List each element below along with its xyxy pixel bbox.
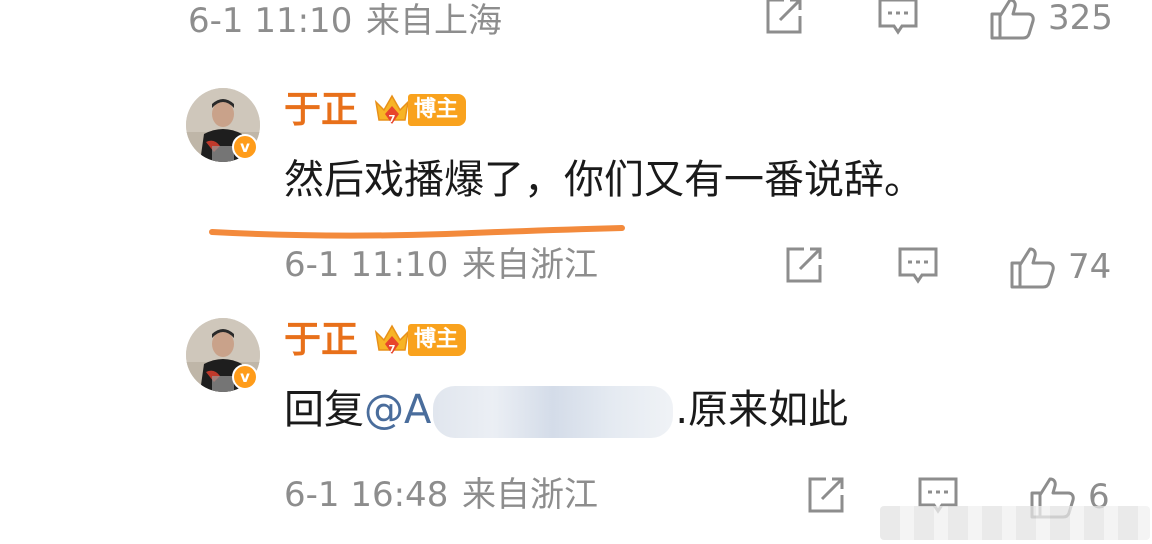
location: 来自上海: [366, 1, 502, 41]
top-comment-meta-row: 6-1 11:10 来自上海 325: [0, 0, 1152, 46]
like-button[interactable]: 325: [988, 0, 1113, 40]
crown-icon: 7: [374, 94, 410, 125]
location: 来自浙江: [462, 475, 598, 515]
like-button[interactable]: 74: [1008, 245, 1111, 289]
like-count: 74: [1068, 247, 1112, 287]
timestamp: 6-1 11:10: [284, 245, 449, 285]
comment-button[interactable]: [896, 245, 940, 285]
share-button[interactable]: [804, 475, 848, 515]
timestamp: 6-1 16:48: [284, 475, 449, 515]
highlight-underline: [209, 225, 625, 239]
comment-meta-row: 6-1 11:10 来自浙江 74: [0, 240, 1152, 290]
share-icon: [766, 0, 802, 34]
role-badge: 博主: [408, 94, 467, 126]
blurred-username: [433, 386, 674, 438]
share-button[interactable]: [762, 0, 806, 36]
share-icon: [808, 477, 844, 513]
thumbs-up-icon: [990, 0, 1035, 40]
comment-icon: [878, 0, 918, 35]
comment-text: 然后戏播爆了，你们又有一番说辞。: [284, 157, 924, 203]
location: 来自浙江: [462, 245, 598, 285]
author-name[interactable]: 于正: [284, 318, 358, 362]
reply-prefix: 回复: [284, 387, 364, 433]
share-icon: [786, 247, 822, 283]
reply-content: .原来如此: [675, 387, 849, 433]
svg-text:7: 7: [389, 114, 396, 125]
author-name[interactable]: 于正: [284, 88, 358, 132]
watermark: [880, 506, 1150, 540]
reply-text: 回复@A .原来如此: [284, 382, 848, 438]
role-badge: 博主: [408, 324, 467, 356]
comment-icon: [898, 247, 938, 284]
verified-badge-icon: v: [232, 364, 258, 390]
svg-text:7: 7: [389, 344, 396, 355]
share-button[interactable]: [782, 245, 826, 285]
like-count: 325: [1048, 0, 1113, 38]
crown-icon: 7: [374, 324, 410, 355]
comment-button[interactable]: [876, 0, 920, 36]
timestamp: 6-1 11:10: [188, 1, 353, 41]
verified-badge-icon: v: [232, 134, 258, 160]
mention-link[interactable]: @A: [364, 387, 431, 433]
thumbs-up-icon: [1010, 247, 1055, 289]
